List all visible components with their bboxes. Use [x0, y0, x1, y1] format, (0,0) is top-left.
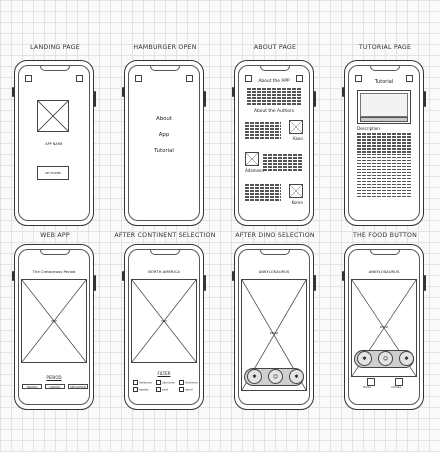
about-app-text: [247, 88, 301, 106]
plants-icon[interactable]: [367, 378, 375, 386]
get-started-button[interactable]: GET STARTED: [37, 166, 69, 180]
author-name: Koren: [291, 200, 303, 205]
jurassic-button[interactable]: JURASSIC: [45, 384, 65, 389]
menu-item-tutorial[interactable]: Tutorial: [129, 148, 199, 154]
screen-caption: ABOUT PAGE: [253, 44, 297, 51]
screen-caption: AFTER CONTINENT SELECTION: [114, 232, 216, 239]
phone-frame: About App Tutorial: [122, 60, 206, 226]
image-label: IMAGE: [379, 326, 389, 329]
description-text: [357, 133, 411, 199]
animals-icon[interactable]: [395, 378, 403, 386]
period-title: The Cretaceous Period: [32, 269, 76, 274]
author-name: Kaan: [293, 136, 303, 141]
author-photo-placeholder: [289, 120, 303, 134]
menu-item-about[interactable]: About: [129, 116, 199, 122]
tutorial-title: Tutorial: [374, 79, 394, 85]
phone-frame: NORTH AMERICA MAP FILTER Herbivore Carni…: [122, 244, 206, 410]
screen-caption: LANDING PAGE: [30, 44, 80, 51]
dino-title: ANKYLOSAURUS: [258, 269, 290, 274]
action-icon[interactable]: ✱: [399, 351, 414, 366]
screen-caption: HAMBURGER OPEN: [133, 44, 197, 51]
animals-label: Animals: [391, 386, 402, 389]
triassic-button[interactable]: TRIASSIC: [22, 384, 42, 389]
phone-frame: ANKYLOSAURUS IMAGE ✱ ☺ ✱ Plants Animals: [342, 244, 426, 410]
screen-hamburger: HAMBURGER OPEN About App Tutorial: [110, 44, 220, 264]
map-placeholder[interactable]: MAP: [131, 279, 197, 363]
action-icon[interactable]: ✱: [247, 369, 262, 384]
author-bio-text: [263, 154, 303, 172]
screen-food: THE FOOD BUTTON ANKYLOSAURUS IMAGE ✱ ☺ ✱…: [330, 232, 440, 452]
screen-web-app: WEB APP The Cretaceous Period MAP PERIOD…: [0, 232, 110, 452]
phone-frame: ANKYLOSAURUS IMAGE ✱ ☺ ✱: [232, 244, 316, 410]
about-app-title: About the APP: [258, 79, 290, 84]
author-photo-placeholder: [289, 184, 303, 198]
screen-continent: AFTER CONTINENT SELECTION NORTH AMERICA …: [110, 232, 220, 452]
period-label: PERIOD: [46, 375, 62, 380]
filter-aquatic[interactable]: Aquatic: [133, 387, 149, 392]
map-label: MAP: [51, 320, 57, 323]
author-bio-text: [245, 122, 281, 140]
app-name-label: APP NAME: [45, 142, 63, 146]
screen-about: ABOUT PAGE About the APP About the Autho…: [220, 44, 330, 264]
filter-aerial[interactable]: Aerial: [179, 387, 192, 392]
food-button[interactable]: ☺: [268, 369, 283, 384]
dino-title: ANKYLOSAURUS: [368, 269, 400, 274]
filter-land[interactable]: Land: [156, 387, 168, 392]
cretaceous-button[interactable]: CRETACEOUS: [68, 384, 88, 389]
menu-item-app[interactable]: App: [129, 132, 199, 138]
plants-label: Plants: [363, 386, 371, 389]
tutorial-video[interactable]: [357, 90, 411, 124]
screen-caption: THE FOOD BUTTON: [352, 232, 418, 239]
screen-caption: WEB APP: [40, 232, 70, 239]
phone-frame: The Cretaceous Period MAP PERIOD TRIASSI…: [12, 244, 96, 410]
filter-label: FILTER: [157, 371, 171, 376]
food-button[interactable]: ☺: [378, 351, 393, 366]
action-icon[interactable]: ✱: [357, 351, 372, 366]
author-photo-placeholder: [245, 152, 259, 166]
app-logo-placeholder: [37, 100, 69, 132]
description-label: Description: [357, 126, 380, 131]
filter-herbivore[interactable]: Herbivore: [133, 380, 152, 385]
screen-dino: AFTER DINO SELECTION ANKYLOSAURUS IMAGE …: [220, 232, 330, 452]
continent-title: NORTH AMERICA: [148, 269, 180, 274]
about-authors-title: About the Authors: [253, 109, 295, 114]
screen-tutorial: TUTORIAL PAGE Tutorial Description: [330, 44, 440, 264]
author-bio-text: [245, 184, 281, 202]
phone-frame: APP NAME GET STARTED: [12, 60, 96, 226]
video-progress-bar[interactable]: [360, 117, 408, 122]
author-name: Adameon: [245, 168, 264, 173]
map-label: MAP: [161, 320, 167, 323]
map-placeholder[interactable]: MAP: [21, 279, 87, 363]
screen-landing: LANDING PAGE APP NAME GET STARTED: [0, 44, 110, 264]
filter-carnivore[interactable]: Carnivore: [156, 380, 175, 385]
phone-frame: About the APP About the Authors Kaan Ada…: [232, 60, 316, 226]
image-label: IMAGE: [269, 332, 279, 335]
screen-caption: AFTER DINO SELECTION: [235, 232, 315, 239]
screen-caption: TUTORIAL PAGE: [358, 44, 412, 51]
filter-omnivore[interactable]: Omnivore: [179, 380, 198, 385]
phone-frame: Tutorial Description: [342, 60, 426, 226]
action-icon[interactable]: ✱: [289, 369, 304, 384]
